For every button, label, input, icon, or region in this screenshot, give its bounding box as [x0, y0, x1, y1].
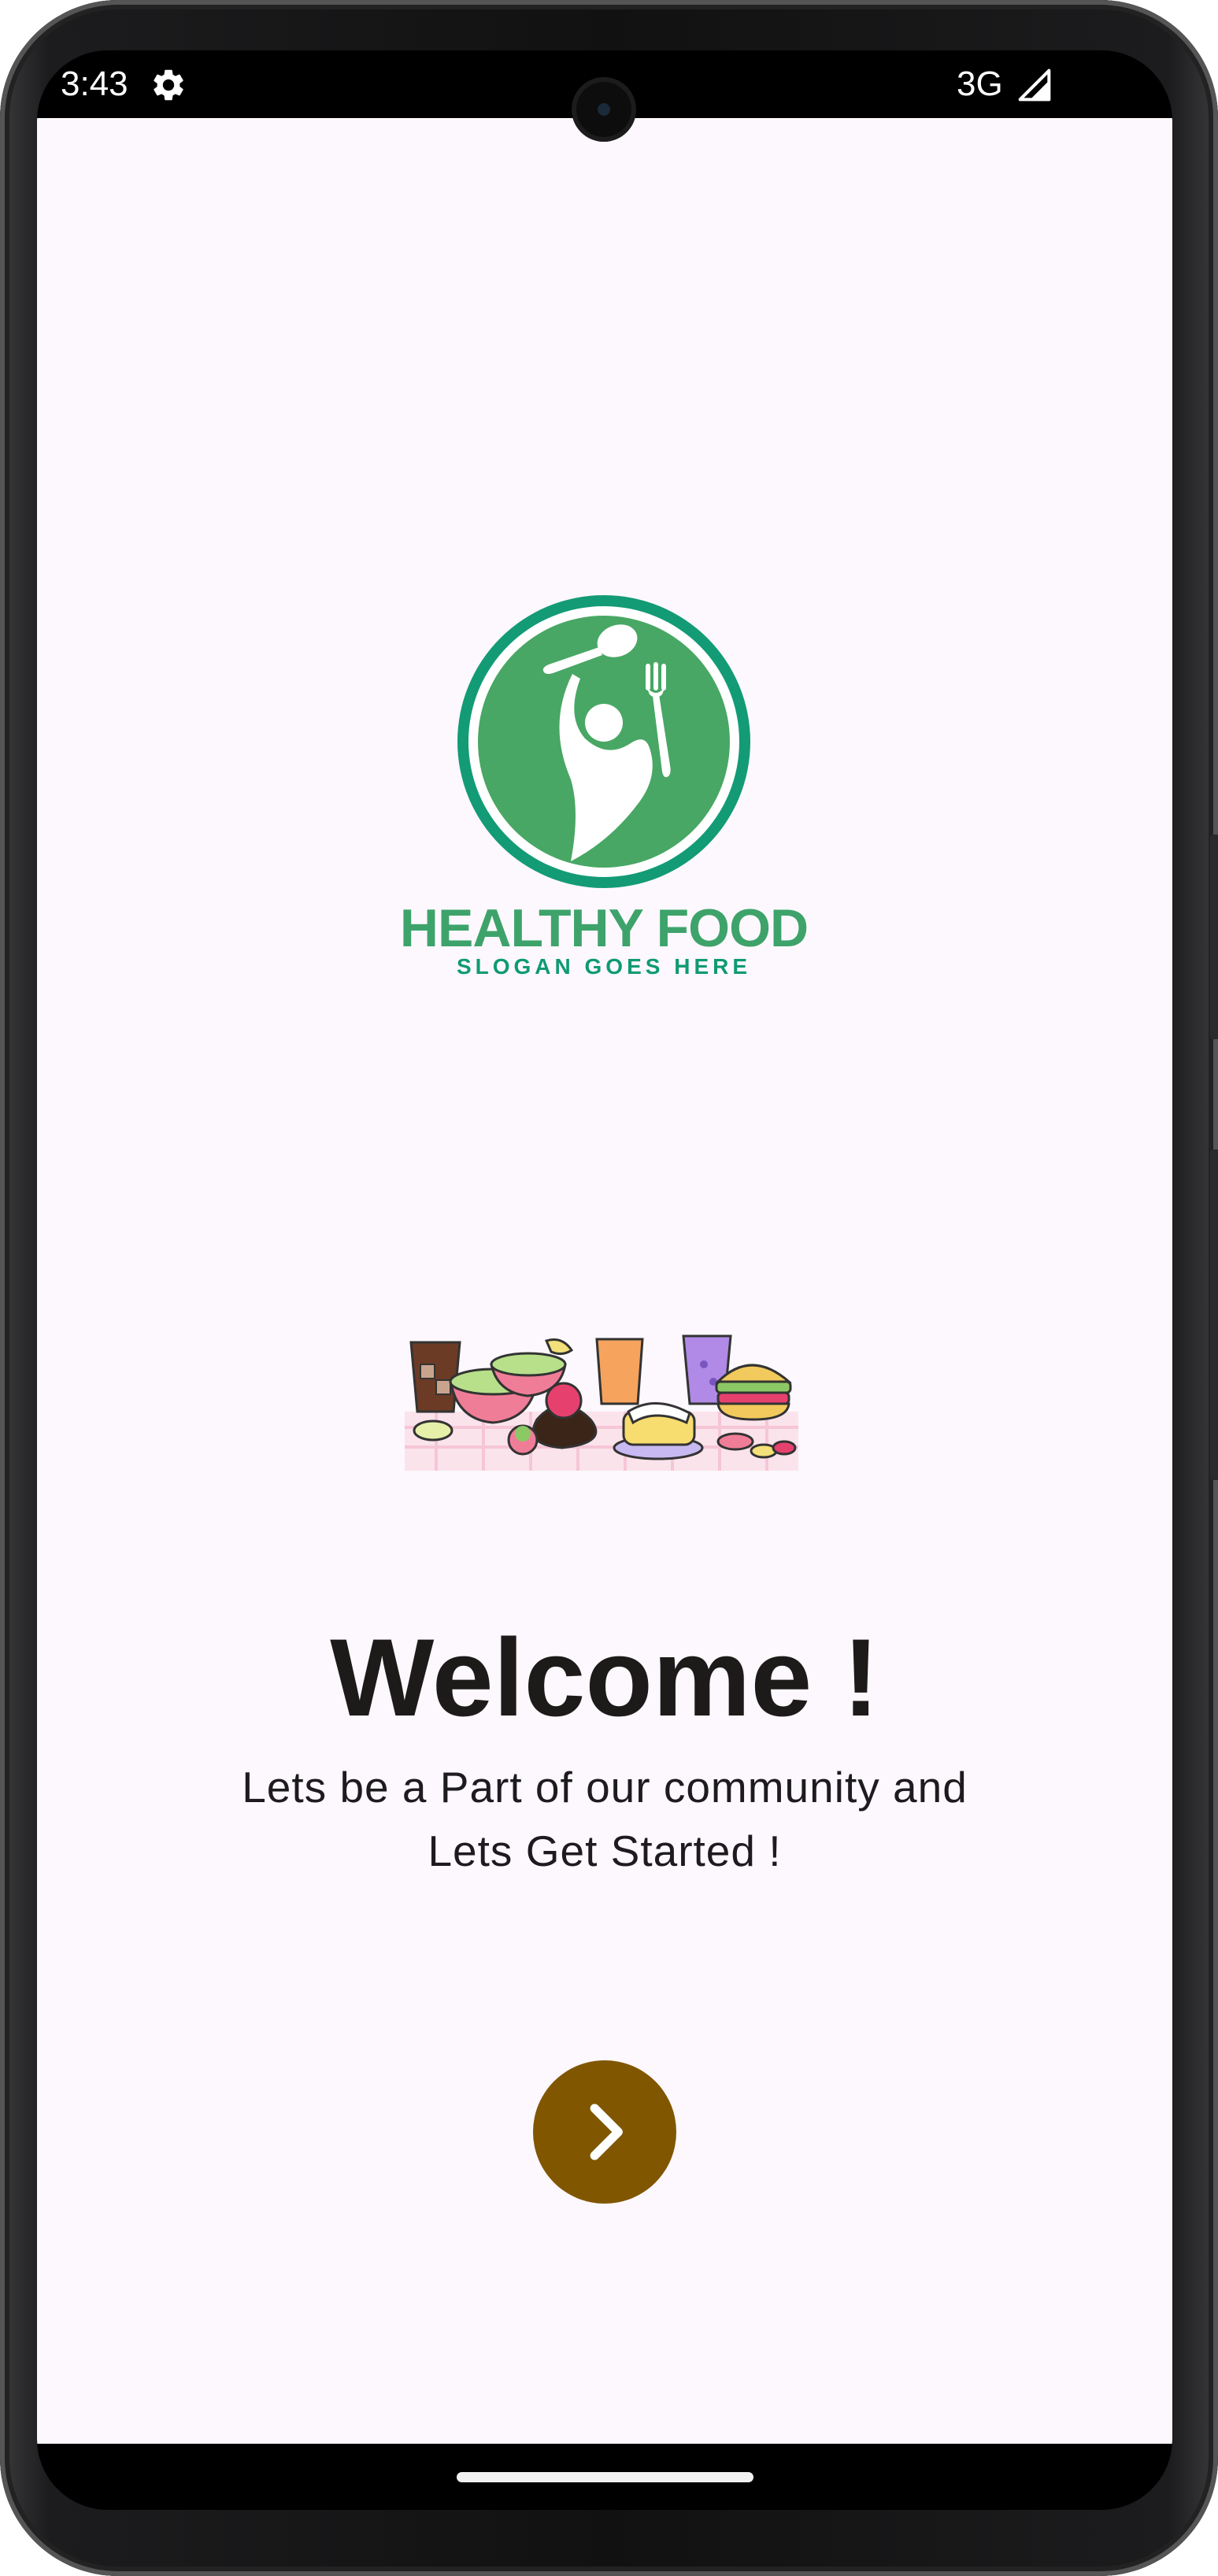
logo-slogan: SLOGAN GOES HERE: [456, 954, 752, 979]
navigation-bar: [37, 2444, 1172, 2510]
chevron-right-icon: [590, 2104, 623, 2160]
logo-title: HEALTHY FOOD: [399, 898, 809, 958]
welcome-title: Welcome !: [330, 1616, 879, 1739]
gear-icon: [154, 69, 183, 101]
welcome-screen: HEALTHY FOOD SLOGAN GOES HERE Welcome ! …: [37, 118, 1172, 2444]
welcome-subtitle-line-2: Lets Get Started !: [428, 1827, 782, 1875]
volume-button: [1210, 835, 1218, 1039]
network-type: 3G: [957, 65, 1003, 103]
front-camera: [572, 77, 636, 142]
power-button: [1210, 1149, 1218, 1480]
status-time: 3:43: [61, 65, 128, 103]
welcome-subtitle-line-1: Lets be a Part of our community and: [242, 1763, 968, 1812]
screen: 3:43 3G HEALTHY FOOD SLOGAN GOES HERE We…: [37, 50, 1172, 2510]
food-spread-illustration: [405, 1334, 798, 1471]
get-started-next-button[interactable]: [533, 2060, 676, 2204]
healthy-food-logo: HEALTHY FOOD SLOGAN GOES HERE: [368, 590, 840, 984]
home-indicator[interactable]: [457, 2472, 753, 2482]
welcome-subtitle: Lets be a Part of our community and Lets…: [172, 1756, 1038, 1883]
signal-icon: [1018, 68, 1051, 102]
phone-frame: 3:43 3G HEALTHY FOOD SLOGAN GOES HERE We…: [0, 0, 1218, 2576]
chef-logo-icon: [457, 595, 750, 888]
